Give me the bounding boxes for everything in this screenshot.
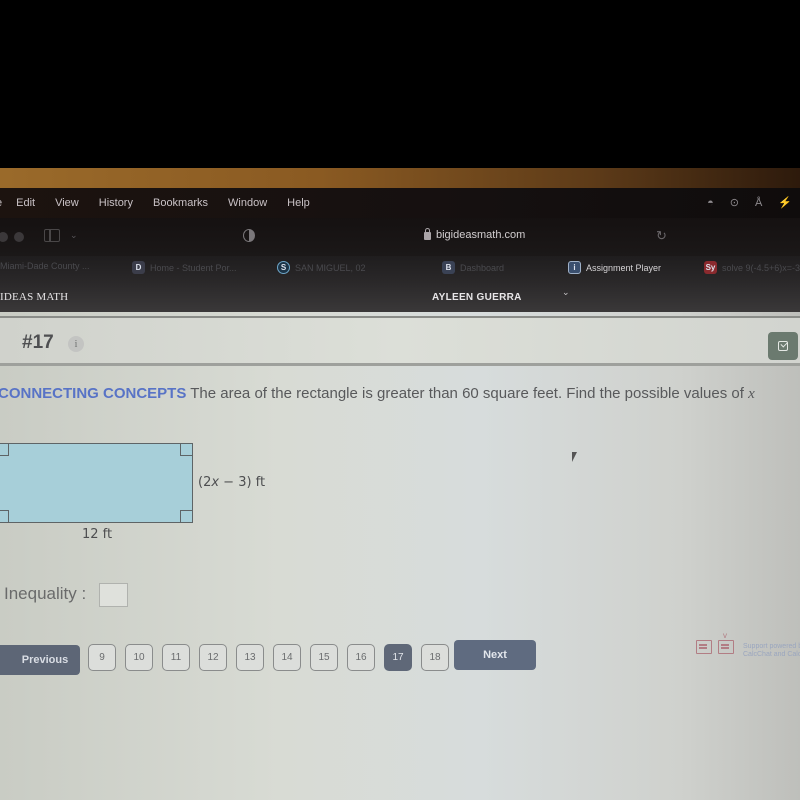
tab-assignment-player[interactable]: i Assignment Player [568, 261, 661, 274]
support-line-1: Support powered by [743, 643, 800, 650]
right-angle-mark [0, 510, 9, 522]
page-button-11[interactable]: 11 [162, 644, 190, 671]
privacy-shield-icon[interactable] [243, 229, 255, 242]
tab-symbolab[interactable]: Sy solve 9(-4.5+6)x=-3 [704, 261, 800, 274]
height-label-variable: x [211, 475, 220, 490]
b-favicon-icon: B [442, 261, 455, 274]
bigideas-favicon-icon: i [568, 261, 581, 274]
browser-toolbar: ⌄ bigideasmath.com ↻ [0, 218, 800, 256]
prompt-lead: CONNECTING CONCEPTS [0, 385, 187, 402]
brand-logo[interactable]: IDEAS MATH [0, 291, 68, 303]
next-button[interactable]: Next [454, 640, 536, 670]
height-label-suffix: − 3) ft [219, 475, 266, 490]
page-button-10[interactable]: 10 [125, 644, 153, 671]
tab-label: solve 9(-4.5+6)x=-3 [722, 262, 800, 273]
user-name[interactable]: AYLEEN GUERRA [432, 292, 522, 303]
laptop-frame-edge [0, 168, 800, 190]
window-minimize-button[interactable] [0, 232, 8, 242]
mouse-cursor-icon [572, 452, 580, 462]
tab-label: Miami-Dade County ... [0, 261, 90, 271]
tab-label: Assignment Player [586, 262, 662, 273]
info-icon[interactable]: i [68, 336, 84, 352]
battery-icon[interactable]: ⚡ [778, 196, 792, 209]
question-header: #17 i [0, 316, 800, 366]
chevron-down-icon[interactable]: ⌄ [562, 287, 570, 298]
support-icons [696, 631, 734, 654]
inequality-input[interactable] [99, 583, 128, 607]
lock-icon [424, 228, 431, 240]
window-zoom-button[interactable] [14, 232, 24, 242]
s-favicon-icon: S [277, 261, 290, 274]
app-header: IDEAS MATH AYLEEN GUERRA ⌄ [0, 282, 800, 312]
page-button-9[interactable]: 9 [88, 644, 116, 671]
page-button-13[interactable]: 13 [236, 644, 264, 671]
tab-strip: Miami-Dade County ... D Home - Student P… [0, 256, 800, 282]
page-button-12[interactable]: 12 [199, 644, 227, 671]
menu-history[interactable]: History [99, 197, 133, 209]
previous-button[interactable]: Previous [0, 645, 80, 675]
screen-bezel [0, 0, 800, 170]
tab-miami-dade[interactable]: Miami-Dade County ... [0, 261, 90, 271]
support-text: Support powered by CalcChat and CalcView [743, 643, 800, 659]
address-bar[interactable]: bigideasmath.com [436, 229, 525, 241]
menu-window[interactable]: Window [228, 197, 267, 209]
assignment-page: #17 i CONNECTING CONCEPTS The area of th… [0, 312, 800, 800]
right-angle-mark [180, 444, 192, 456]
height-label-prefix: (2 [198, 475, 212, 490]
tab-student-portal[interactable]: D Home - Student Por... [132, 261, 237, 274]
support-line-2: CalcChat and CalcView [743, 651, 800, 658]
page-button-17-current[interactable]: 17 [384, 644, 412, 671]
inequality-label: Inequality : [4, 584, 87, 603]
page-button-14[interactable]: 14 [273, 644, 301, 671]
page-button-15[interactable]: 15 [310, 644, 338, 671]
menu-help[interactable]: Help [287, 197, 310, 209]
rectangle-diagram [0, 443, 193, 523]
width-label: 12 ft [82, 527, 113, 542]
menu-edit[interactable]: Edit [16, 197, 35, 209]
check-answer-button[interactable] [768, 332, 798, 360]
d-favicon-icon: D [132, 261, 145, 274]
question-number: #17 [22, 332, 54, 353]
prompt-text: The area of the rectangle is greater tha… [186, 385, 749, 402]
play-icon[interactable]: ⊙ [730, 196, 739, 209]
tab-label: Home - Student Por... [150, 262, 237, 273]
tab-label: Dashboard [460, 262, 505, 273]
page-button-16[interactable]: 16 [347, 644, 375, 671]
prompt-variable: x [748, 386, 755, 402]
menu-view[interactable]: View [55, 197, 79, 209]
tab-label: SAN MIGUEL, 02 [295, 262, 366, 273]
reload-icon[interactable]: ↻ [656, 228, 667, 244]
question-pagination: 9 10 11 12 13 14 15 16 17 18 [88, 644, 449, 671]
macos-menubar: e Edit View History Bookmarks Window Hel… [0, 188, 800, 218]
calcview-icon[interactable] [718, 631, 734, 654]
sidebar-toggle-icon[interactable] [44, 229, 60, 242]
status-icons: ◓ ⊙ Å ⚡ [707, 196, 792, 210]
sy-favicon-icon: Sy [704, 261, 717, 274]
question-prompt: CONNECTING CONCEPTS The area of the rect… [0, 385, 755, 403]
page-button-18[interactable]: 18 [421, 644, 449, 671]
menu-file[interactable]: e [0, 197, 2, 209]
menu-bookmarks[interactable]: Bookmarks [153, 197, 208, 209]
checkbox-pencil-icon [778, 341, 788, 351]
keyboard-input-icon[interactable]: Å [755, 197, 762, 209]
wifi-icon[interactable]: ◓ [707, 197, 714, 209]
right-angle-mark [0, 444, 9, 456]
height-label: (2x − 3) ft [198, 475, 265, 490]
calcchat-icon[interactable] [696, 640, 712, 654]
tab-san-miguel[interactable]: S SAN MIGUEL, 02 [277, 261, 366, 274]
tab-dashboard[interactable]: B Dashboard [442, 261, 504, 274]
chevron-down-icon[interactable]: ⌄ [70, 230, 78, 241]
right-angle-mark [180, 510, 192, 522]
